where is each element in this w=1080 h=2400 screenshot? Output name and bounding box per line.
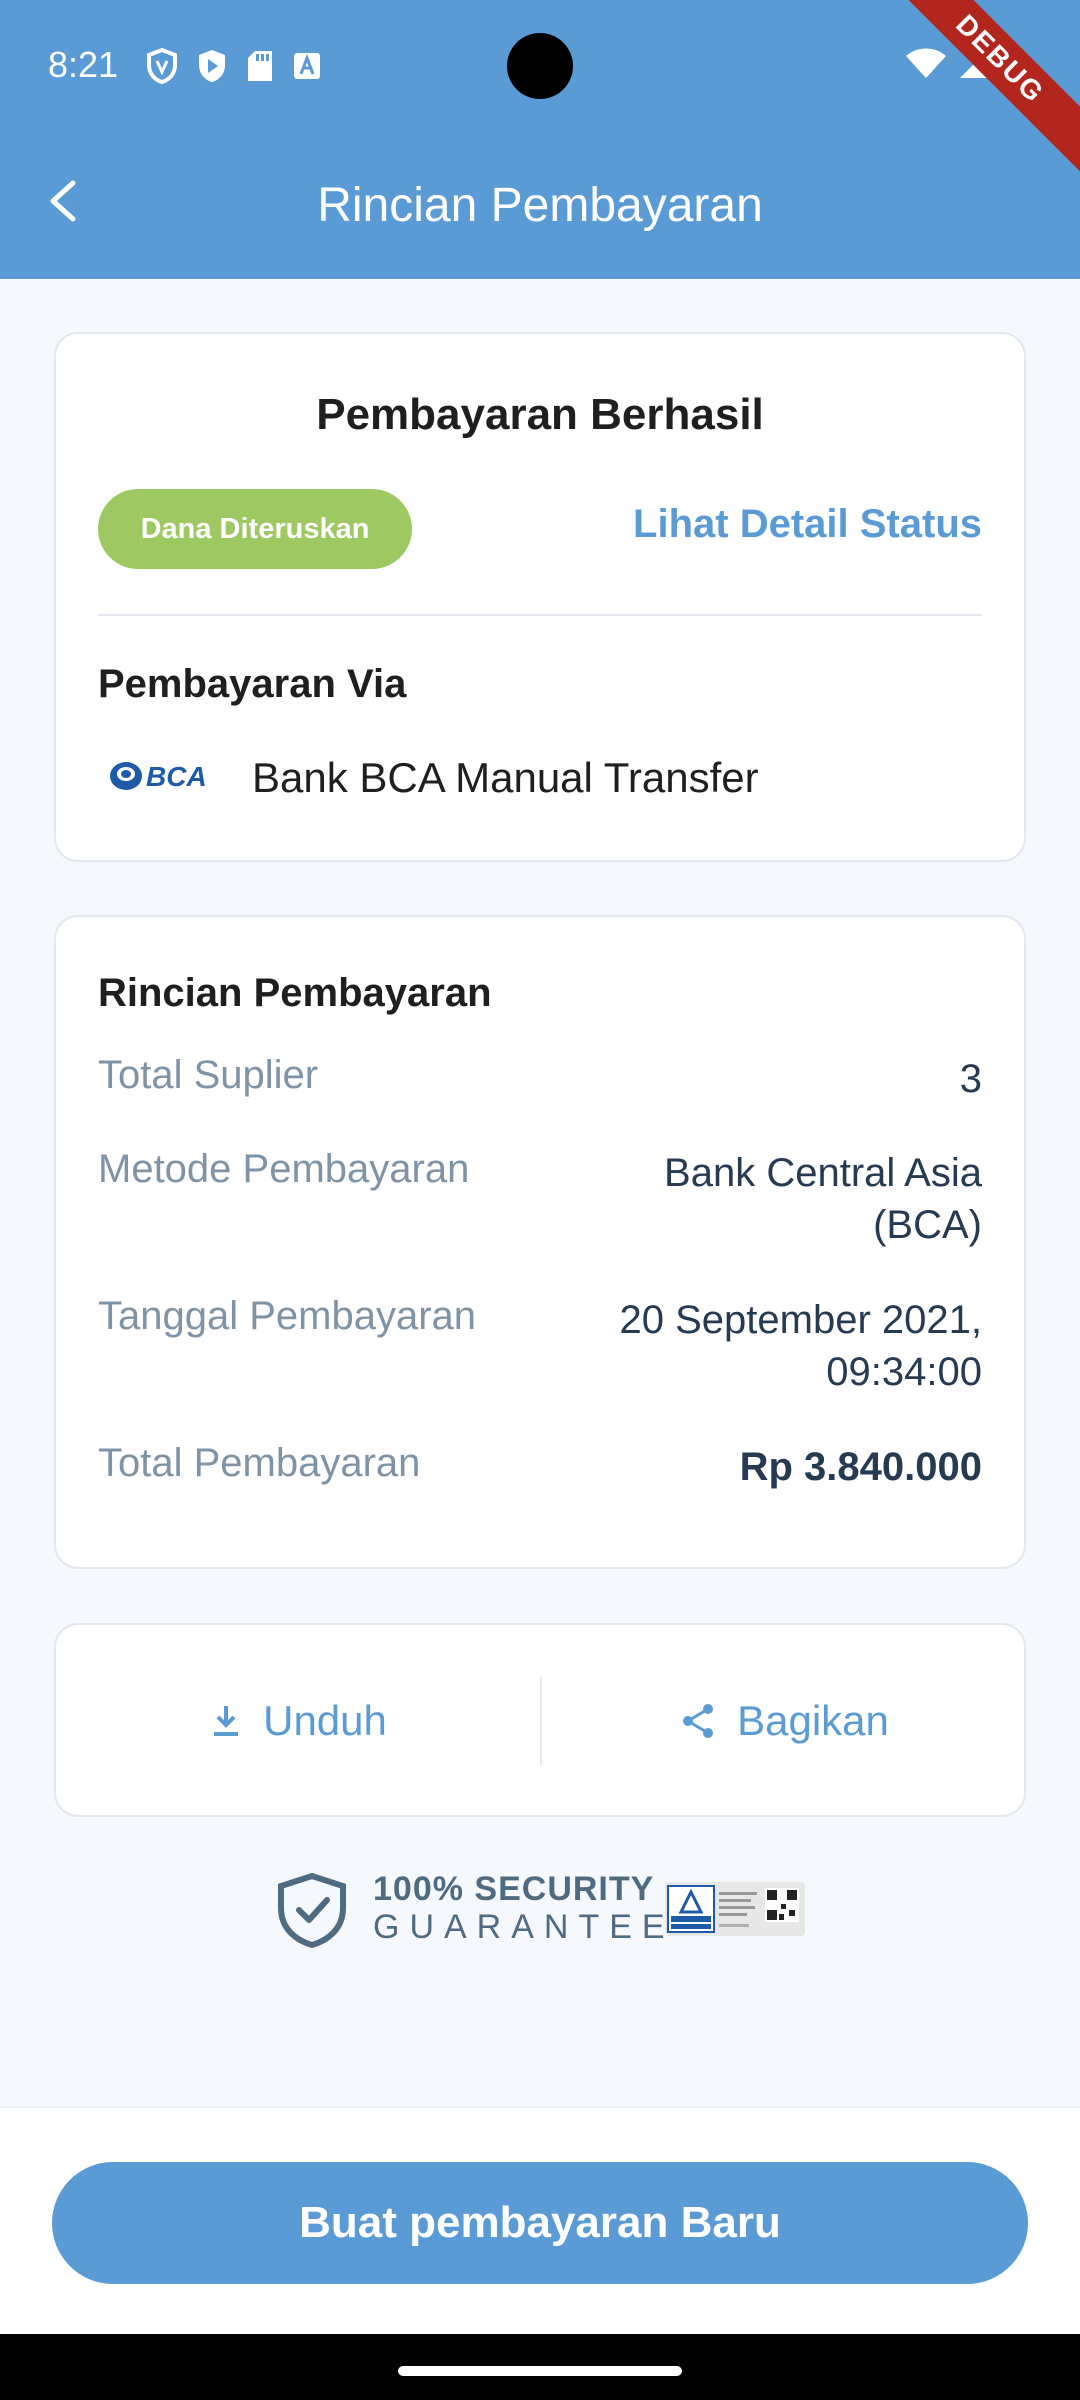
- payment-status-title: Pembayaran Berhasil: [316, 390, 764, 439]
- detail-label: Total Suplier: [98, 1053, 319, 1097]
- wifi-icon: [906, 48, 946, 78]
- download-button[interactable]: Unduh: [56, 1675, 542, 1767]
- pci-certificate-icon: [665, 1882, 805, 1936]
- camera-cutout: [507, 33, 573, 99]
- shield-check-icon: [278, 1872, 346, 1948]
- view-status-detail-link[interactable]: Lihat Detail Status: [633, 502, 982, 547]
- security-line-2: GUARANTEE: [373, 1908, 675, 1946]
- detail-value: 20 September 2021, 09:34:00: [619, 1298, 982, 1394]
- payment-detail-title: Rincian Pembayaran: [98, 971, 492, 1015]
- page-title: Rincian Pembayaran: [317, 179, 763, 232]
- bottom-action-area: Buat pembayaran Baru: [0, 2106, 1080, 2334]
- detail-value: Bank Central Asia (BCA): [664, 1151, 982, 1247]
- divider: [98, 614, 982, 616]
- status-badge: Dana Diteruskan: [98, 489, 412, 569]
- payment-status-card: Pembayaran Berhasil Dana Diteruskan Liha…: [54, 332, 1026, 862]
- detail-value: 3: [959, 1057, 982, 1101]
- vpn-shield-icon: [147, 48, 177, 84]
- sd-card-icon: [248, 51, 272, 81]
- detail-label: Total Pembayaran: [98, 1441, 421, 1485]
- total-amount: Rp 3.840.000: [739, 1445, 982, 1489]
- new-payment-button[interactable]: Buat pembayaran Baru: [52, 2162, 1028, 2284]
- share-button[interactable]: Bagikan: [542, 1675, 1028, 1767]
- security-guarantee: 100% SECURITY GUARANTEE: [275, 1868, 815, 1948]
- actions-card: Unduh Bagikan: [54, 1623, 1026, 1817]
- status-icons-left: [146, 48, 322, 84]
- status-bar: 8:21 DEBUG: [0, 0, 1080, 182]
- share-icon: [683, 1704, 714, 1738]
- detail-label: Tanggal Pembayaran: [98, 1294, 477, 1338]
- play-shield-icon: [199, 50, 225, 82]
- download-icon: [214, 1706, 239, 1736]
- app-bar: Rincian Pembayaran: [0, 132, 1080, 279]
- bca-logo-icon: BCA: [110, 761, 207, 792]
- bank-name: Bank BCA Manual Transfer: [252, 754, 759, 801]
- share-label: Bagikan: [737, 1697, 889, 1744]
- payment-via-label: Pembayaran Via: [98, 662, 407, 706]
- home-indicator[interactable]: [398, 2366, 682, 2376]
- security-line-1: 100% SECURITY: [373, 1870, 655, 1908]
- status-time: 8:21: [48, 44, 119, 85]
- detail-label: Metode Pembayaran: [98, 1147, 470, 1191]
- keyboard-a-icon: [294, 53, 320, 79]
- download-label: Unduh: [263, 1697, 387, 1744]
- top-bar: 8:21 DEBUG Rincian Pembayaran: [0, 0, 1080, 279]
- payment-detail-card: Rincian Pembayaran Total Suplier 3 Metod…: [54, 915, 1026, 1569]
- bca-logo-text: BCA: [146, 761, 207, 792]
